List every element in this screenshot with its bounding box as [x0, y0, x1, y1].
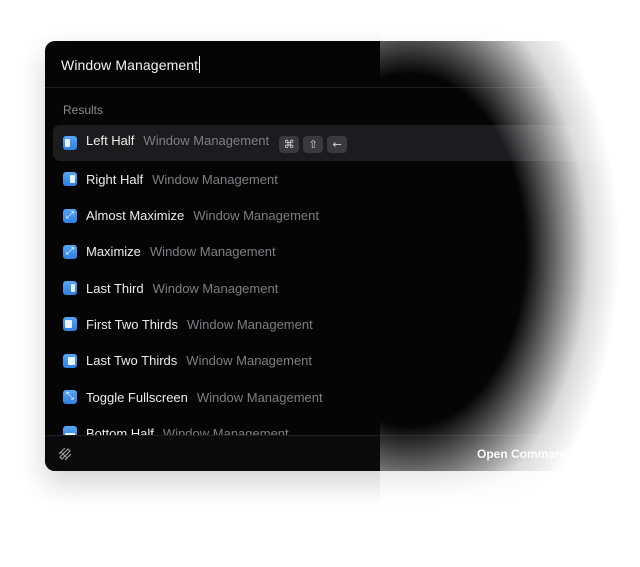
result-title: Last Two Thirds	[86, 353, 178, 369]
result-subtitle: Window Management	[152, 280, 279, 296]
last-two-thirds-icon	[63, 353, 77, 368]
raycast-logo-icon	[57, 446, 73, 462]
results-list: Left Half Window Management ⌘ ⇧ ← Right Half…	[53, 125, 640, 435]
result-title: Toggle Fullscreen	[86, 389, 188, 405]
result-title: Left Half	[86, 133, 135, 148]
first-two-thirds-icon	[63, 317, 77, 332]
result-item-first-two-thirds[interactable]: First Two Thirds Window Management	[53, 306, 640, 342]
launcher-window: Window Management Results Left Half Windo…	[45, 41, 640, 471]
result-subtitle: Window Management	[186, 353, 313, 369]
result-item-almost-maximize[interactable]: ⤢ Almost Maximize Window Management	[53, 198, 640, 234]
almost-maximize-icon: ⤢	[63, 208, 77, 223]
footer-bar: Open Command	[45, 435, 640, 471]
last-third-icon	[63, 281, 77, 296]
result-subtitle: Window Management	[149, 244, 276, 260]
open-command-button[interactable]: Open Command	[477, 447, 570, 461]
maximize-icon: ⤢	[63, 244, 77, 259]
bottom-half-icon	[63, 426, 77, 435]
command-key: ⌘	[279, 136, 300, 153]
result-subtitle: Window Management	[143, 133, 270, 148]
search-input[interactable]: Window Management	[61, 56, 201, 73]
result-title: Right Half	[86, 171, 144, 187]
result-item-last-two-thirds[interactable]: Last Two Thirds Window Management	[53, 343, 640, 379]
search-bar[interactable]: Window Management	[45, 41, 640, 88]
result-item-right-half[interactable]: Right Half Window Management	[53, 161, 640, 197]
keyboard-shortcut: ⌘ ⇧ ←	[279, 136, 351, 153]
result-subtitle: Window Management	[186, 316, 313, 332]
result-title: Maximize	[86, 244, 141, 260]
result-title: Almost Maximize	[86, 208, 185, 224]
result-title: Bottom Half	[86, 425, 154, 435]
result-item-left-half[interactable]: Left Half Window Management ⌘ ⇧ ←	[53, 125, 640, 161]
result-item-maximize[interactable]: ⤢ Maximize Window Management	[53, 234, 640, 270]
screen: Window Management Results Left Half Windo…	[0, 0, 640, 567]
shift-key: ⇧	[303, 136, 324, 153]
right-half-icon	[63, 172, 77, 187]
result-subtitle: Window Management	[193, 208, 319, 224]
results-section-title: Results	[63, 103, 104, 117]
result-title: Last Third	[86, 280, 144, 296]
result-subtitle: Window Management	[196, 389, 323, 405]
result-subtitle: Window Management	[152, 171, 278, 187]
left-arrow-key: ←	[327, 136, 348, 153]
result-item-last-third[interactable]: Last Third Window Management	[53, 270, 640, 306]
result-subtitle: Window Management	[162, 425, 289, 435]
search-query: Window Management	[61, 57, 199, 73]
left-half-icon	[63, 136, 77, 150]
result-item-toggle-fullscreen[interactable]: ⤡ Toggle Fullscreen Window Management	[53, 379, 640, 415]
result-item-bottom-half[interactable]: Bottom Half Window Management	[53, 415, 640, 435]
text-caret	[199, 56, 201, 73]
result-title: First Two Thirds	[86, 316, 178, 332]
toggle-fullscreen-icon: ⤡	[63, 390, 77, 405]
